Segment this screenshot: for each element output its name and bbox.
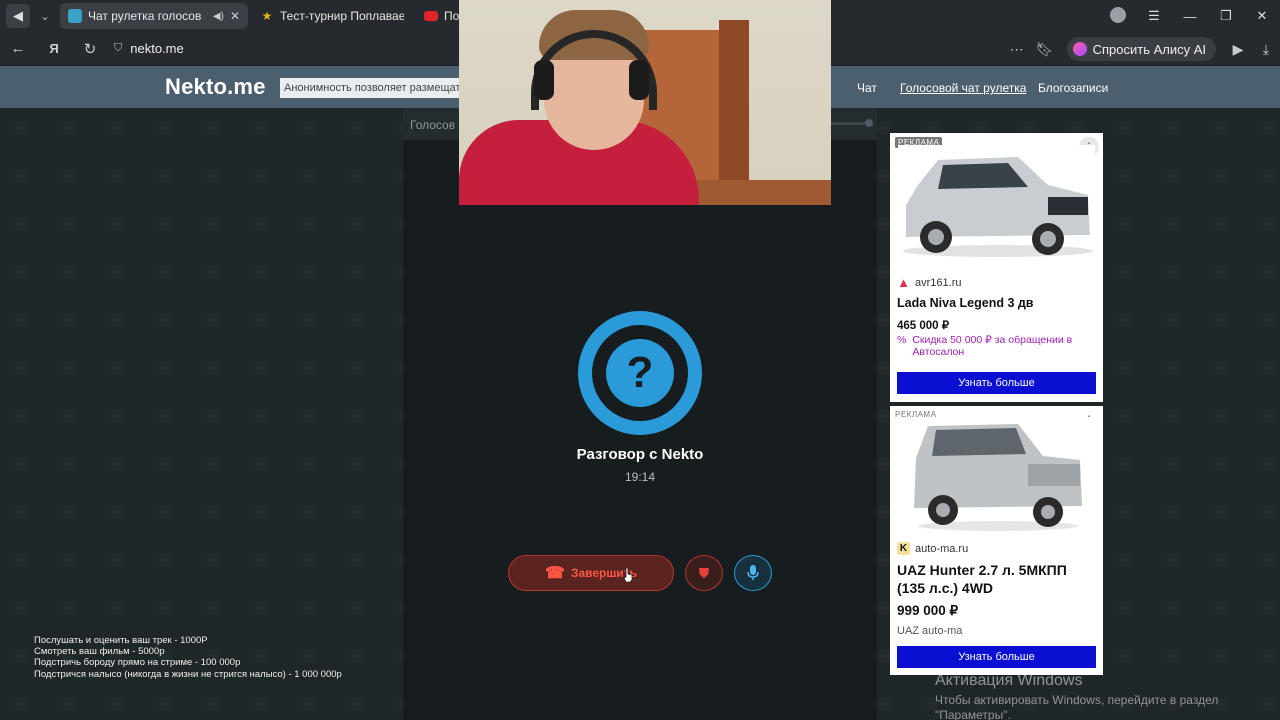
microphone-button[interactable] <box>734 555 772 591</box>
progress-handle[interactable] <box>865 119 873 127</box>
url-field[interactable]: ⛉ nekto.me <box>114 41 184 56</box>
ad-title[interactable]: UAZ Hunter 2.7 л. 5МКПП (135 л.с.) 4WD <box>897 561 1097 597</box>
ad-title[interactable]: Lada Niva Legend 3 дв <box>897 296 1097 310</box>
ad-domain-text: auto-ma.ru <box>915 542 969 555</box>
tab-nekto[interactable]: Чат рулетка голосов ◀) ✕ <box>60 3 248 29</box>
nav-link-voice-chat[interactable]: Голосовой чат рулетка <box>900 81 1026 95</box>
activation-line: "Параметры". <box>935 708 1011 720</box>
tab-audio-icon[interactable]: ◀ <box>6 4 30 28</box>
nekto-favicon-icon <box>68 9 82 23</box>
alice-label: Спросить Алису AI <box>1092 41 1206 57</box>
car-image-niva <box>898 145 1095 260</box>
ad-banner-uaz[interactable]: РЕКЛАМА ⋮ K auto-ma.ru UAZ Hunter 2.7 л.… <box>890 406 1103 675</box>
end-call-button[interactable]: ☎ Завершить <box>508 555 674 591</box>
minimize-icon[interactable]: — <box>1172 9 1208 24</box>
youtube-favicon-icon <box>424 11 438 21</box>
hand-cursor-icon <box>623 568 633 582</box>
speaker-icon[interactable]: ◀) <box>213 11 224 22</box>
back-icon[interactable]: ← <box>0 40 36 57</box>
bookmark-icon[interactable]: 🔖︎ <box>1031 41 1059 58</box>
restore-icon[interactable]: ❐ <box>1208 8 1244 24</box>
donation-list: Послушать и оценить ваш трек - 1000Р Смо… <box>34 635 342 680</box>
ad-subtitle: UAZ auto-ma <box>897 625 963 637</box>
learn-more-button[interactable]: Узнать больше <box>897 372 1096 394</box>
tab-title: Чат рулетка голосов <box>88 9 202 23</box>
learn-more-button[interactable]: Узнать больше <box>897 646 1096 668</box>
shield-icon: ⛉ <box>114 42 123 54</box>
ad-domain[interactable]: ▲ avr161.ru <box>897 276 961 289</box>
ad-domain[interactable]: K auto-ma.ru <box>897 542 968 555</box>
ad-banner-lada[interactable]: РЕКЛАМА ⋮ ▲ avr161.ru Lada Niva Legend 3… <box>890 133 1103 402</box>
close-tab-icon[interactable]: ✕ <box>230 9 240 23</box>
download-icon[interactable]: ⤓ <box>1252 41 1280 58</box>
yandex-icon[interactable]: Я <box>36 41 72 56</box>
media-icon[interactable]: ▶ <box>1224 41 1252 58</box>
nav-link-chat[interactable]: Чат <box>857 81 877 95</box>
window-controls: ☰ — ❐ ✕ <box>1100 0 1280 32</box>
avr-logo-icon: ▲ <box>897 275 910 290</box>
tab-title: Тест-турнир Поплаваешь <box>280 9 404 23</box>
hangup-phone-icon: ☎ <box>545 565 565 582</box>
ad-promo: % Скидка 50 000 ₽ за обращении в Автосал… <box>897 334 1087 358</box>
donation-item: Подстричся налысо (никогда в жизни не ст… <box>34 668 342 680</box>
caller-avatar: ? <box>578 311 702 435</box>
windows-activation-watermark: Активация Windows Чтобы активировать Win… <box>935 672 1218 720</box>
more-icon[interactable]: ⋯ <box>1003 41 1031 58</box>
reload-icon[interactable]: ↻ <box>72 40 108 58</box>
question-icon: ? <box>606 339 674 407</box>
panel-title: Голосов <box>410 118 456 132</box>
percent-icon: % <box>897 334 907 346</box>
tab-tournament[interactable]: ★ Тест-турнир Поплаваешь <box>252 3 412 29</box>
microphone-icon <box>747 565 759 580</box>
car-image-uaz <box>898 418 1095 533</box>
menu-icon[interactable]: ☰ <box>1136 8 1172 24</box>
activation-line: Чтобы активировать Windows, перейдите в … <box>935 693 1219 707</box>
webcam-video <box>459 0 831 205</box>
profile-icon[interactable] <box>1100 6 1136 26</box>
activation-title: Активация Windows <box>935 672 1083 689</box>
chevron-down-icon[interactable]: ⌄ <box>34 10 56 23</box>
shield-alert-icon: ⛊ <box>698 564 710 581</box>
donation-item: Подстричь бороду прямо на стриме - 100 0… <box>34 657 241 669</box>
ad-price: 999 000 ₽ <box>897 603 959 618</box>
donation-item: Послушать и оценить ваш трек - 1000Р <box>34 635 208 646</box>
ask-alice-button[interactable]: Спросить Алису AI <box>1066 37 1216 61</box>
close-window-icon[interactable]: ✕ <box>1244 8 1280 24</box>
call-title: Разговор с Nekto <box>576 446 704 463</box>
url-text: nekto.me <box>130 41 184 56</box>
nav-link-blog[interactable]: Блогозаписи <box>1038 81 1108 95</box>
call-timer: 19:14 <box>624 470 656 484</box>
marquee-text: Анонимность позволяет размещать инф <box>280 78 480 98</box>
site-logo[interactable]: Nekto.me <box>165 74 266 100</box>
k-logo-icon: K <box>897 542 910 555</box>
ad-domain-text: avr161.ru <box>915 276 962 289</box>
report-button[interactable]: ⛊ <box>685 555 723 591</box>
star-favicon-icon: ★ <box>261 9 273 23</box>
ad-price: 465 000 ₽ <box>897 320 950 332</box>
alice-icon <box>1072 42 1087 56</box>
donation-item: Смотреть ваш фильм - 5000р <box>34 646 165 658</box>
ad-promo-text: Скидка 50 000 ₽ за обращении в Автосалон <box>912 334 1073 358</box>
